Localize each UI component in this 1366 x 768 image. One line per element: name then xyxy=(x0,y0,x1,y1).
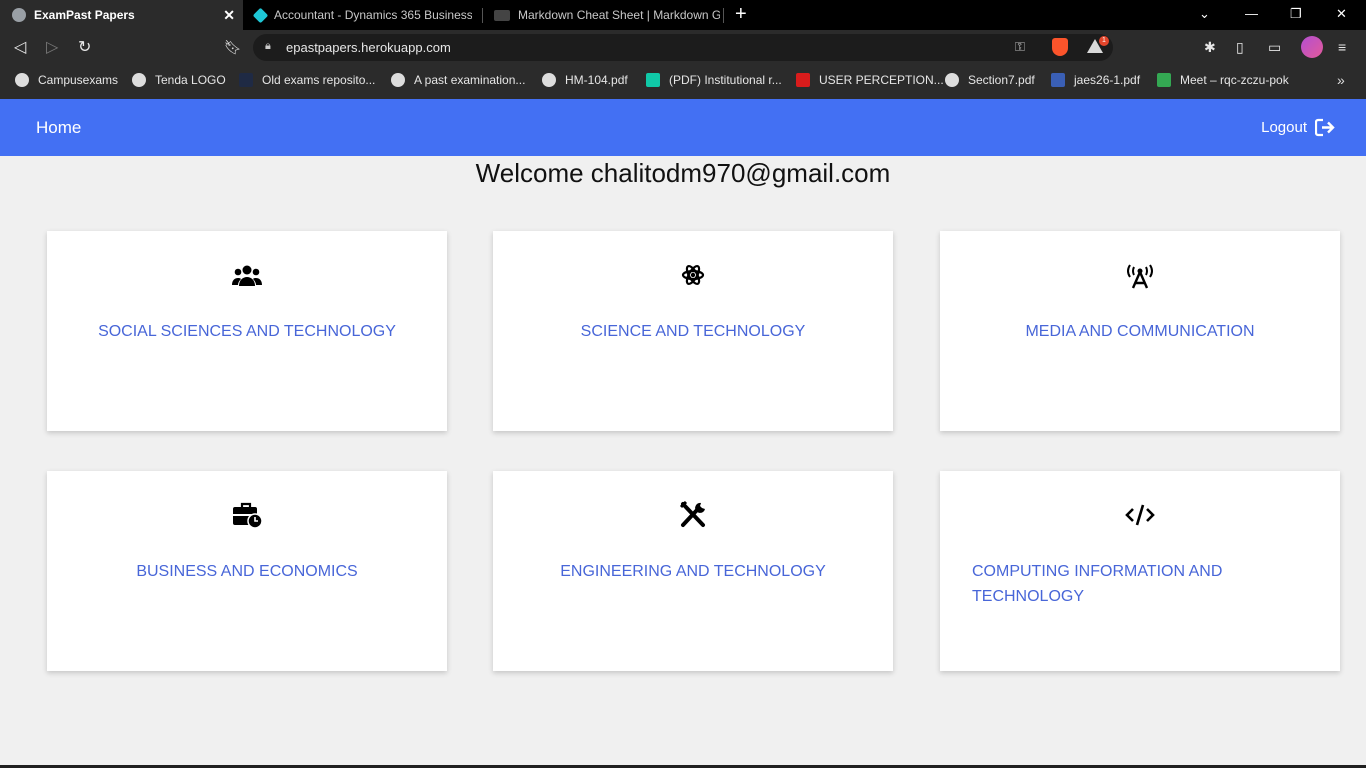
bookmark-icon[interactable]: 🔖︎ xyxy=(224,39,242,56)
rewards-badge: 1 xyxy=(1099,36,1109,46)
url-text: epastpapers.herokuapp.com xyxy=(286,40,451,55)
bookmarks-bar: Campusexams Tenda LOGO Old exams reposit… xyxy=(0,65,1366,99)
n-logo-icon xyxy=(796,73,810,87)
welcome-heading: Welcome chalitodm970@gmail.com xyxy=(475,158,891,188)
browser-tab-bar: ExamPast Papers ✕ Accountant - Dynamics … xyxy=(0,0,1366,30)
broadcast-tower-icon xyxy=(1127,264,1153,289)
reload-icon[interactable]: ↻ xyxy=(78,37,91,57)
wallet-icon[interactable]: ▭ xyxy=(1268,39,1281,56)
globe-icon xyxy=(132,73,146,87)
forward-icon[interactable]: ▷ xyxy=(46,37,58,57)
key-icon[interactable]: ⚿ xyxy=(1015,39,1025,55)
globe-icon xyxy=(15,73,29,87)
bookmark-item[interactable]: USER PERCEPTION... xyxy=(796,73,944,87)
close-window-icon[interactable]: ✕ xyxy=(1336,6,1347,22)
globe-icon xyxy=(391,73,405,87)
tab-search-icon[interactable]: ⌄ xyxy=(1199,6,1210,22)
tab-title: Accountant - Dynamics 365 Business C xyxy=(274,8,472,22)
address-bar[interactable]: 🔒︎ epastpapers.herokuapp.com ⚿ 1 xyxy=(253,34,1113,61)
category-card-business[interactable]: BUSINESS AND ECONOMICS xyxy=(47,471,447,671)
brave-shields-icon[interactable] xyxy=(1052,38,1068,56)
minimize-icon[interactable]: — xyxy=(1245,6,1258,21)
globe-icon xyxy=(945,73,959,87)
tab-markdown[interactable]: Markdown Cheat Sheet | Markdown G xyxy=(482,0,722,30)
page-icon xyxy=(239,73,253,87)
logout-button[interactable]: Logout xyxy=(1261,118,1336,137)
extensions-icon[interactable]: ✱ xyxy=(1204,39,1216,56)
bookmark-item[interactable]: Old exams reposito... xyxy=(239,73,375,87)
bookmark-item[interactable]: jaes26-1.pdf xyxy=(1051,73,1140,87)
bookmark-item[interactable]: HM-104.pdf xyxy=(542,73,628,87)
bookmark-item[interactable]: (PDF) Institutional r... xyxy=(646,73,782,87)
menu-icon[interactable]: ≡ xyxy=(1338,39,1346,55)
globe-icon xyxy=(542,73,556,87)
category-title[interactable]: COMPUTING INFORMATION AND TECHNOLOGY xyxy=(940,559,1240,609)
sidebar-icon[interactable]: ▯ xyxy=(1236,39,1244,56)
bookmark-item[interactable]: Meet – rqc-zczu-pok xyxy=(1157,73,1289,87)
dynamics-icon xyxy=(252,7,269,23)
category-card-engineering[interactable]: ENGINEERING AND TECHNOLOGY xyxy=(493,471,893,671)
bookmark-item[interactable]: Section7.pdf xyxy=(945,73,1035,87)
logout-label: Logout xyxy=(1261,119,1307,136)
category-card-media[interactable]: MEDIA AND COMMUNICATION xyxy=(940,231,1340,431)
new-tab-icon[interactable]: + xyxy=(735,3,747,26)
bookmark-item[interactable]: A past examination... xyxy=(391,73,525,87)
tab-dynamics[interactable]: Accountant - Dynamics 365 Business C xyxy=(243,0,481,30)
back-icon[interactable]: ◁ xyxy=(14,37,26,57)
category-title[interactable]: ENGINEERING AND TECHNOLOGY xyxy=(493,559,893,584)
tools-icon xyxy=(679,501,705,527)
business-time-icon xyxy=(233,502,263,529)
browser-toolbar: ◁ ▷ ↻ 🔖︎ 🔒︎ epastpapers.herokuapp.com ⚿ … xyxy=(0,30,1366,65)
tab-separator xyxy=(723,8,724,23)
users-icon xyxy=(232,265,262,286)
category-title[interactable]: MEDIA AND COMMUNICATION xyxy=(940,319,1340,344)
meet-icon xyxy=(1157,73,1171,87)
close-tab-icon[interactable]: ✕ xyxy=(223,7,235,24)
code-icon xyxy=(1125,504,1155,526)
category-card-science[interactable]: SCIENCE AND TECHNOLOGY xyxy=(493,231,893,431)
profile-avatar[interactable] xyxy=(1301,36,1323,58)
shield-doc-icon xyxy=(1051,73,1065,87)
lock-icon: 🔒︎ xyxy=(265,40,271,52)
tab-exampast-papers[interactable]: ExamPast Papers ✕ xyxy=(0,0,243,30)
bookmark-item[interactable]: Tenda LOGO xyxy=(132,73,226,87)
category-title[interactable]: BUSINESS AND ECONOMICS xyxy=(47,559,447,584)
restore-icon[interactable]: ❐ xyxy=(1290,6,1302,22)
category-title[interactable]: SOCIAL SCIENCES AND TECHNOLOGY xyxy=(47,319,447,344)
atom-icon xyxy=(681,265,705,285)
bookmark-item[interactable]: Campusexams xyxy=(15,73,118,87)
category-title[interactable]: SCIENCE AND TECHNOLOGY xyxy=(493,319,893,344)
tab-title: Markdown Cheat Sheet | Markdown G xyxy=(518,8,720,22)
category-card-computing[interactable]: COMPUTING INFORMATION AND TECHNOLOGY xyxy=(940,471,1340,671)
more-bookmarks-icon[interactable]: » xyxy=(1337,72,1345,88)
tab-title: ExamPast Papers xyxy=(34,8,135,22)
markdown-icon xyxy=(494,9,510,21)
logout-icon xyxy=(1315,118,1335,137)
home-link[interactable]: Home xyxy=(36,118,81,138)
researchgate-icon xyxy=(646,73,660,87)
app-navbar: Home Logout xyxy=(0,99,1366,156)
category-card-social-sciences[interactable]: SOCIAL SCIENCES AND TECHNOLOGY xyxy=(47,231,447,431)
globe-icon xyxy=(12,8,26,22)
